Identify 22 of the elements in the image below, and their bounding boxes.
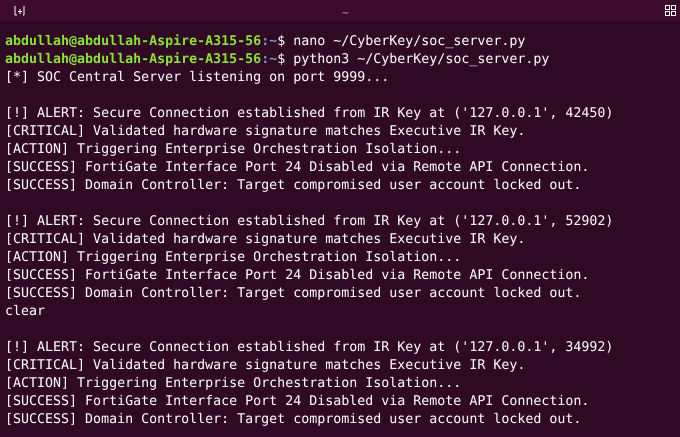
output-line: [ACTION] Triggering Enterprise Orchestration Isolation... bbox=[5, 249, 462, 267]
output-line: [SUCCESS] Domain Controller: Target compromised user account locked out. bbox=[5, 177, 582, 195]
output-line: [!] ALERT: Secure Connection established from IR Key at ('127.0.0.1', 42450) bbox=[5, 105, 614, 123]
output-line: [SUCCESS] FortiGate Interface Port 24 Disabled via Remote API Connection. bbox=[5, 393, 590, 411]
output-line: [!] ALERT: Secure Connection established from IR Key at ('127.0.0.1', 34992) bbox=[5, 339, 614, 357]
window-subtitle: ~ bbox=[341, 8, 350, 19]
output-line: [!] ALERT: Secure Connection established from IR Key at ('127.0.0.1', 52902) bbox=[5, 213, 614, 231]
output-line: [ACTION] Triggering Enterprise Orchestration Isolation... bbox=[5, 141, 462, 159]
output-line: [*] SOC Central Server listening on port 9999... bbox=[5, 69, 390, 87]
output-line: [CRITICAL] Validated hardware signature matches Executive IR Key. bbox=[5, 123, 526, 141]
output-line: clear bbox=[5, 303, 46, 321]
output-line: [SUCCESS] FortiGate Interface Port 24 Disabled via Remote API Connection. bbox=[5, 159, 590, 177]
output-line: [CRITICAL] Validated hardware signature matches Executive IR Key. bbox=[5, 231, 526, 249]
prompt-line: abdullah@abdullah-Aspire-A315-56:~$ nano ~/CyberKey/soc_server.py bbox=[5, 33, 526, 51]
output-line: [SUCCESS] Domain Controller: Target compromised user account locked out. bbox=[5, 285, 582, 303]
output-line: [CRITICAL] Validated hardware signature matches Executive IR Key. bbox=[5, 357, 526, 375]
output-line: [SUCCESS] FortiGate Interface Port 24 Disabled via Remote API Connection. bbox=[5, 267, 590, 285]
prompt-line: abdullah@abdullah-Aspire-A315-56:~$ python3 ~/CyberKey/soc_server.py bbox=[5, 51, 550, 69]
output-line: [ACTION] Triggering Enterprise Orchestration Isolation... bbox=[5, 375, 462, 393]
grid-icon[interactable] bbox=[664, 5, 676, 16]
new-tab-icon[interactable] bbox=[14, 6, 26, 16]
output-line: [SUCCESS] Domain Controller: Target compromised user account locked out. bbox=[5, 411, 582, 429]
